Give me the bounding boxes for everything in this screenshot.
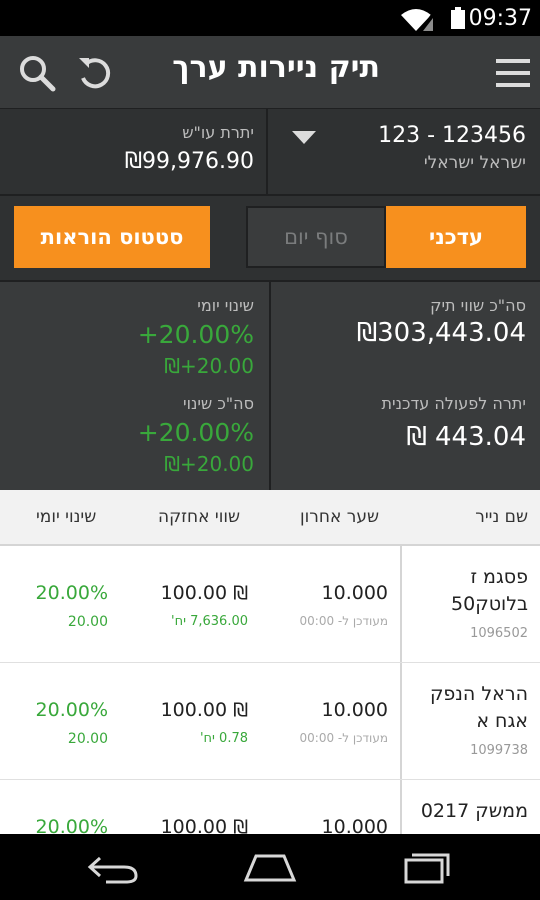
last-rate: 10.000 — [321, 699, 388, 721]
header-last-rate[interactable]: שער אחרון — [300, 507, 379, 527]
security-name: פסגמ ז בלוטק50 — [451, 566, 528, 615]
daily-change-pct: 20.00% — [35, 582, 108, 604]
holdings-table: שם נייר שער אחרון שווי אחזקה שינוי יומי … — [0, 490, 540, 834]
account-number: 123 - 123456 — [378, 123, 526, 148]
balance-value: ₪99,976.90 — [124, 149, 254, 174]
chevron-down-icon[interactable] — [292, 131, 316, 144]
status-bar: 09:37 — [0, 0, 540, 36]
portfolio-value: ₪303,443.04 — [356, 318, 526, 348]
security-id: 1096502 — [470, 626, 528, 641]
holding-units: 0.78 יח' — [199, 731, 248, 746]
order-status-button[interactable]: סטטוס הוראות — [14, 206, 210, 268]
total-change-label: סה"כ שינוי — [183, 394, 254, 413]
back-icon[interactable] — [86, 850, 142, 884]
updated-time: מעודכן ל- 00:00 — [299, 731, 388, 745]
security-name: ממשק 0217 — [420, 800, 528, 822]
page-title: תיק ניירות ערך — [172, 50, 380, 85]
account-selector[interactable]: 123 - 123456 ישראל ישראלי — [270, 109, 540, 195]
holding-value: ₪ 100.00 — [160, 699, 248, 721]
navigation-bar — [0, 834, 540, 900]
security-id: 1099738 — [470, 743, 528, 758]
daily-change-pct: +20.00% — [137, 320, 254, 349]
end-of-day-toggle[interactable]: סוף יום — [246, 206, 386, 268]
account-holder-name: ישראל ישראלי — [423, 153, 526, 173]
wifi-icon — [401, 9, 433, 32]
updated-time: מעודכן ל- 00:00 — [299, 614, 388, 628]
balance-label: יתרת עו"ש — [182, 123, 254, 142]
refresh-icon[interactable] — [76, 54, 114, 92]
balance-panel: יתרת עו"ש ₪99,976.90 — [0, 109, 268, 195]
daily-change-pct: 20.00% — [35, 816, 108, 834]
search-icon[interactable] — [18, 54, 56, 92]
total-change-pct: +20.00% — [137, 418, 254, 447]
summary-divider — [269, 282, 271, 492]
daily-change-amount: ₪+20.00 — [164, 354, 254, 378]
holding-value: ₪ 100.00 — [160, 582, 248, 604]
table-row[interactable]: הראל הנפק אגח א 1099738 10.000 מעודכן ל-… — [0, 663, 540, 780]
status-time: 09:37 — [468, 6, 532, 31]
last-rate: 10.000 — [321, 816, 388, 834]
total-change-amount: ₪+20.00 — [164, 452, 254, 476]
daily-change-amount: 20.00 — [67, 614, 108, 630]
security-name: הראל הנפק אגח א — [429, 683, 528, 732]
table-row[interactable]: ממשק 0217 10.000 ₪ 100.00 20.00% — [0, 780, 540, 834]
available-value: ₪ 443.04 — [406, 422, 526, 452]
app-bar: תיק ניירות ערך — [0, 36, 540, 108]
portfolio-value-label: סה"כ שווי תיק — [430, 296, 526, 315]
live-toggle[interactable]: עדכני — [386, 206, 526, 268]
portfolio-summary: סה"כ שווי תיק ₪303,443.04 יתרה לפעולה עד… — [0, 280, 540, 492]
home-icon[interactable] — [242, 850, 298, 884]
daily-change-pct: 20.00% — [35, 699, 108, 721]
controls-bar: סטטוס הוראות סוף יום עדכני — [0, 194, 540, 280]
header-holding-value[interactable]: שווי אחזקה — [158, 507, 240, 527]
daily-change-amount: 20.00 — [67, 731, 108, 747]
holding-value: ₪ 100.00 — [160, 816, 248, 834]
daily-change-label: שינוי יומי — [197, 296, 254, 315]
table-row[interactable]: פסגמ ז בלוטק50 1096502 10.000 מעודכן ל- … — [0, 546, 540, 663]
account-bar: 123 - 123456 ישראל ישראלי יתרת עו"ש ₪99,… — [0, 108, 540, 195]
holding-units: 7,636.00 יח' — [171, 614, 248, 629]
available-label: יתרה לפעולה עדכנית — [381, 394, 526, 413]
last-rate: 10.000 — [321, 582, 388, 604]
menu-icon[interactable] — [494, 54, 532, 92]
header-daily-change[interactable]: שינוי יומי — [36, 507, 96, 527]
table-header: שם נייר שער אחרון שווי אחזקה שינוי יומי — [0, 490, 540, 546]
recents-icon[interactable] — [400, 850, 456, 884]
battery-icon — [451, 7, 465, 29]
header-security-name[interactable]: שם נייר — [475, 507, 528, 527]
